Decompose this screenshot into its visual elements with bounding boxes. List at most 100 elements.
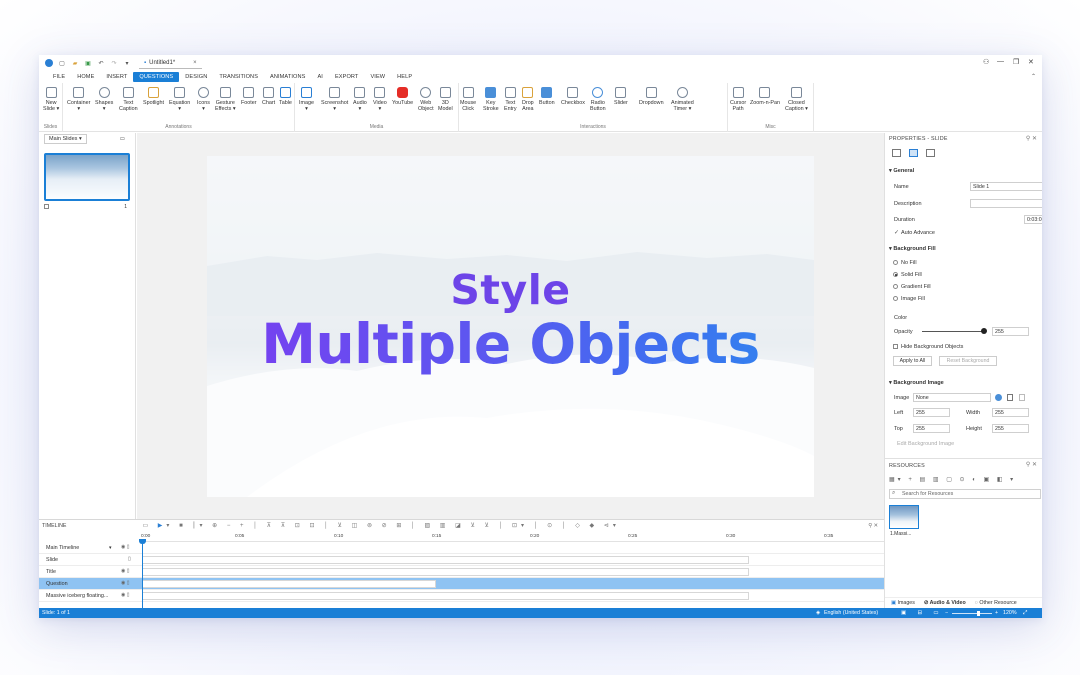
visibility-lock-icons[interactable]: ◉ ▯ — [121, 592, 130, 598]
file-image-icon[interactable] — [1007, 394, 1013, 401]
closed-caption-button[interactable]: Closed Caption ▾ — [785, 87, 808, 113]
opacity-slider-handle[interactable] — [981, 328, 987, 334]
resources-pin-icon[interactable]: ⚲ ✕ — [1026, 461, 1037, 468]
table-button[interactable]: Table — [279, 87, 292, 106]
delete-image-icon[interactable] — [1019, 394, 1025, 401]
image-input[interactable]: None — [913, 393, 991, 402]
mouse-click-button[interactable]: Mouse Click — [460, 87, 476, 113]
timeline-row-iceberg[interactable]: Massive iceberg floating... ◉ ▯ — [39, 590, 884, 602]
question-timeline-bar[interactable] — [436, 580, 749, 588]
name-input[interactable]: Slide 1 — [970, 182, 1042, 191]
left-input[interactable]: 255 — [913, 408, 950, 417]
slide-title-line1[interactable]: Style — [207, 266, 814, 314]
spotlight-button[interactable]: Spotlight — [143, 87, 164, 106]
timeline-row-title[interactable]: Title ◉ ▯ — [39, 566, 884, 578]
visibility-lock-icons[interactable]: ◉ ▯ — [121, 580, 130, 586]
audio-button[interactable]: Audio ▾ — [353, 87, 367, 113]
checkbox-button[interactable]: Checkbox — [561, 87, 585, 106]
chart-button[interactable]: Chart — [262, 87, 275, 106]
zoom-slider[interactable] — [952, 611, 992, 616]
description-input[interactable] — [970, 199, 1042, 208]
menu-view[interactable]: VIEW — [364, 72, 391, 82]
minimize-button[interactable]: — — [997, 58, 1004, 65]
slides-view-icon[interactable]: ▭ — [120, 136, 125, 142]
timeline-row-question[interactable]: Question ◉ ▯ — [39, 578, 884, 590]
hide-background-objects-checkbox[interactable] — [893, 344, 898, 349]
slide-timeline-bar[interactable] — [142, 556, 749, 564]
new-slide-button[interactable]: New Slide ▾ — [43, 87, 59, 113]
image-button[interactable]: Image ▾ — [299, 87, 314, 113]
top-input[interactable]: 255 — [913, 424, 950, 433]
solid-fill-radio[interactable] — [893, 272, 898, 277]
slide-thumbnail-checkbox[interactable] — [44, 204, 49, 209]
status-view-icons[interactable]: ▣ ⊟ ▭ — [901, 610, 943, 616]
video-button[interactable]: Video ▾ — [373, 87, 387, 113]
close-window-button[interactable]: ✕ — [1028, 58, 1034, 66]
text-caption-button[interactable]: Text Caption — [119, 87, 138, 113]
fit-window-icon[interactable]: ⤢ — [1023, 610, 1027, 617]
background-fill-heading[interactable]: ▾ Background Fill — [889, 246, 936, 252]
cursor-path-button[interactable]: Cursor Path — [730, 87, 746, 113]
button-button[interactable]: Button — [539, 87, 555, 106]
radio-button-button[interactable]: Radio Button — [590, 87, 606, 113]
resources-search-input[interactable]: Search for Resources — [889, 489, 1041, 499]
slide-thumbnail[interactable] — [44, 153, 130, 201]
document-tab[interactable]: ▪ Untitled1* × — [139, 57, 202, 69]
browse-image-icon[interactable] — [995, 394, 1002, 401]
resource-thumbnail[interactable] — [889, 505, 919, 529]
undo-icon[interactable]: ↶ — [97, 59, 105, 67]
open-folder-icon[interactable]: ▰ — [71, 59, 79, 67]
image-fill-radio[interactable] — [893, 296, 898, 301]
screenshot-button[interactable]: Screenshot ▾ — [321, 87, 348, 113]
slide-title-line2[interactable]: Multiple Objects — [207, 312, 814, 376]
zoom-slider-handle[interactable] — [977, 611, 980, 616]
visibility-lock-icons[interactable]: ◉ ▯ — [121, 568, 130, 574]
slide-properties-tab-icon[interactable] — [892, 149, 901, 157]
3d-model-button[interactable]: 3D Model — [438, 87, 453, 113]
no-fill-radio[interactable] — [893, 260, 898, 265]
auto-advance-check-icon[interactable]: ✓ — [894, 229, 899, 236]
gesture-effects-button[interactable]: Gesture Effects ▾ — [215, 87, 236, 113]
general-heading[interactable]: ▾ General — [889, 168, 914, 174]
redo-icon[interactable]: ↷ — [110, 59, 118, 67]
slider-button[interactable]: Slider — [614, 87, 628, 106]
web-object-button[interactable]: Web Object — [418, 87, 434, 113]
gradient-fill-radio[interactable] — [893, 284, 898, 289]
iceberg-timeline-bar[interactable] — [142, 592, 749, 600]
pin-icon[interactable]: ⚲ ✕ — [1026, 135, 1037, 142]
status-language[interactable]: English (United States) — [824, 610, 878, 616]
zoom-out-icon[interactable]: − — [945, 610, 948, 616]
question-timeline-bar-empty[interactable] — [142, 580, 436, 588]
shapes-button[interactable]: Shapes ▾ — [95, 87, 113, 113]
menu-transitions[interactable]: TRANSITIONS — [213, 72, 264, 82]
slide-canvas[interactable]: Style Multiple Objects — [207, 156, 814, 497]
apply-to-all-button[interactable]: Apply to All — [893, 356, 932, 366]
width-input[interactable]: 255 — [992, 408, 1029, 417]
audio-video-tab[interactable]: ⊘ Audio & Video — [924, 600, 966, 606]
images-tab[interactable]: ▣ Images — [891, 600, 915, 606]
lock-icon[interactable]: ▯ — [128, 556, 131, 562]
duration-input[interactable]: 0:03:08 — [1024, 215, 1042, 224]
maximize-button[interactable]: ❐ — [1013, 58, 1019, 66]
status-zoom[interactable]: 120% — [1003, 610, 1017, 616]
zoom-in-icon[interactable]: + — [995, 610, 998, 616]
container-button[interactable]: Container ▾ — [67, 87, 90, 113]
menu-animations[interactable]: ANIMATIONS — [264, 72, 311, 82]
close-tab-icon[interactable]: × — [193, 60, 197, 66]
key-stroke-button[interactable]: Key Stroke — [483, 87, 499, 113]
other-resource-tab[interactable]: ◌ Other Resource — [975, 600, 1017, 606]
title-timeline-bar[interactable] — [142, 568, 749, 576]
equation-button[interactable]: Equation ▾ — [169, 87, 190, 113]
timeline-row-slide[interactable]: Slide ▯ — [39, 554, 884, 566]
opacity-input[interactable]: 255 — [992, 327, 1029, 336]
menu-ai[interactable]: AI — [311, 72, 329, 82]
opacity-slider[interactable] — [922, 328, 987, 334]
animated-timer-button[interactable]: Animated Timer ▾ — [671, 87, 694, 113]
drop-area-button[interactable]: Drop Area — [522, 87, 534, 113]
background-tab-icon[interactable] — [909, 149, 918, 157]
height-input[interactable]: 255 — [992, 424, 1029, 433]
account-icon[interactable]: ⚇ — [983, 58, 989, 66]
background-image-heading[interactable]: ▾ Background Image — [889, 380, 944, 386]
menu-export[interactable]: EXPORT — [329, 72, 365, 82]
timeline-playhead[interactable] — [142, 540, 143, 609]
